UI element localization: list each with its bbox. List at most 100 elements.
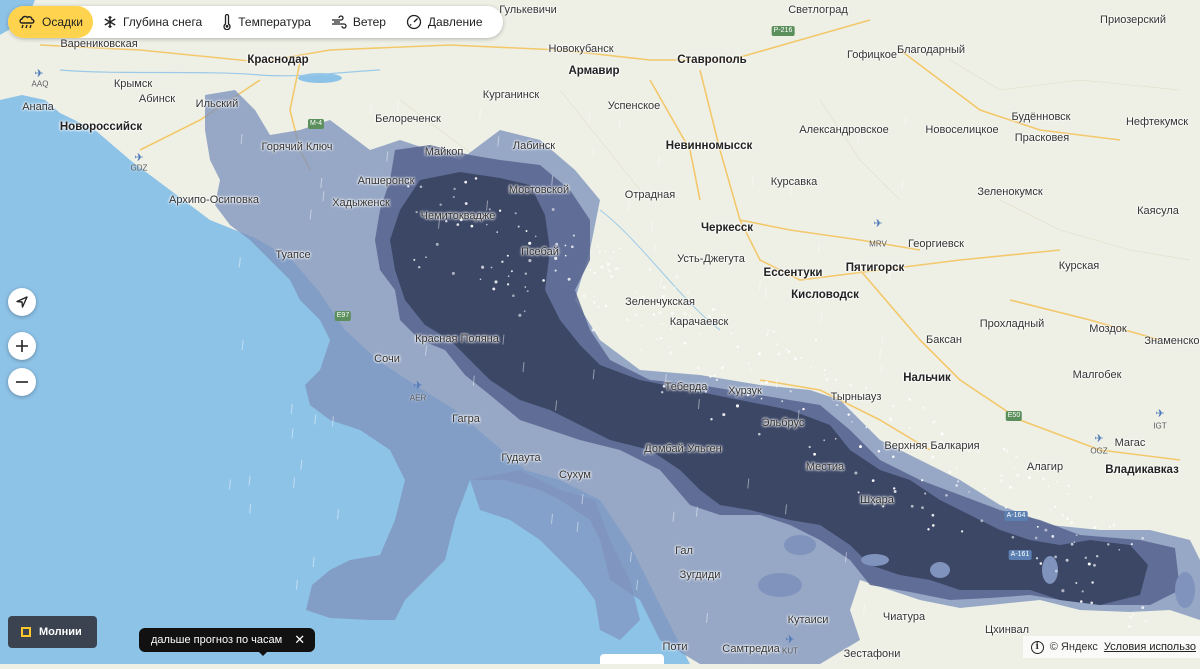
tab-precipitation[interactable]: Осадки	[8, 6, 93, 38]
place-label[interactable]: Псебай	[521, 246, 559, 258]
place-label[interactable]: Ильский	[196, 98, 239, 110]
place-label[interactable]: Сочи	[374, 353, 400, 365]
place-label[interactable]: Гулькевичи	[499, 4, 557, 16]
place-label[interactable]: Армавир	[568, 65, 619, 77]
close-icon[interactable]: ✕	[294, 632, 305, 648]
place-label[interactable]: Архипо-Осиповка	[169, 194, 259, 206]
terms-link[interactable]: Условия использо	[1104, 641, 1196, 653]
place-label[interactable]: Эльбрус	[762, 417, 805, 429]
place-label[interactable]: Гудаута	[501, 452, 540, 464]
airport-icon[interactable]: ✈	[412, 380, 424, 392]
place-label[interactable]: Красная Поляна	[415, 333, 499, 345]
place-label[interactable]: Пятигорск	[846, 262, 905, 274]
airport-icon[interactable]: ✈	[872, 218, 884, 230]
place-label[interactable]: Малгобек	[1073, 369, 1122, 381]
place-label[interactable]: Шхара	[860, 494, 894, 506]
hourly-forecast-tip[interactable]: дальше прогноз по часам ✕	[139, 628, 316, 652]
place-label[interactable]: Горячий Ключ	[262, 141, 333, 153]
zoom-in-button[interactable]	[8, 332, 36, 360]
place-label[interactable]: Белореченск	[375, 113, 441, 125]
airport-icon[interactable]: ✈	[1154, 408, 1166, 420]
place-label[interactable]: Верхняя Балкария	[884, 440, 979, 452]
place-label[interactable]: Цхинвал	[985, 624, 1029, 636]
place-label[interactable]: Светлоград	[788, 4, 848, 16]
place-label[interactable]: Нефтекумск	[1126, 116, 1188, 128]
place-label[interactable]: Александровское	[799, 124, 889, 136]
place-label[interactable]: Каясула	[1137, 205, 1179, 217]
tab-pressure[interactable]: Давление	[396, 6, 493, 38]
lightning-toggle[interactable]: Молнии	[8, 616, 97, 648]
place-label[interactable]: Черкесск	[701, 222, 753, 234]
place-label[interactable]: Новороссийск	[60, 121, 142, 133]
place-label[interactable]: Гагра	[452, 413, 480, 425]
place-label[interactable]: Самтредиа	[722, 643, 779, 655]
place-label[interactable]: Зугдиди	[680, 569, 721, 581]
place-label[interactable]: Гал	[675, 545, 693, 557]
locate-button[interactable]	[8, 288, 36, 316]
lightning-checkbox[interactable]	[21, 627, 31, 637]
place-label[interactable]: Усть-Джегута	[677, 253, 745, 265]
bottom-panel-handle[interactable]	[600, 654, 664, 664]
weather-map[interactable]	[0, 0, 1200, 664]
place-label[interactable]: Гофицкое	[847, 49, 897, 61]
place-label[interactable]: Курсавка	[771, 176, 818, 188]
place-label[interactable]: Зеленокумск	[977, 186, 1042, 198]
place-label[interactable]: Зеленчукская	[625, 296, 695, 308]
tab-snow-depth[interactable]: Глубина снега	[93, 6, 212, 38]
place-label[interactable]: Курская	[1059, 260, 1100, 272]
airport-icon[interactable]: ✈	[133, 152, 145, 164]
place-label[interactable]: Сухум	[559, 469, 591, 481]
place-label[interactable]: Нальчик	[903, 372, 951, 384]
place-label[interactable]: Апшеронск	[358, 175, 415, 187]
place-label[interactable]: Георгиевск	[908, 238, 964, 250]
place-label[interactable]: Новоселицкое	[925, 124, 998, 136]
place-label[interactable]: Зестафони	[844, 648, 901, 660]
place-label[interactable]: Баксан	[926, 334, 962, 346]
place-label[interactable]: Чиатура	[883, 611, 925, 623]
info-icon[interactable]: i	[1030, 640, 1044, 654]
place-label[interactable]: Хурзук	[728, 385, 762, 397]
place-label[interactable]: Магас	[1115, 437, 1146, 449]
place-label[interactable]: Отрадная	[625, 189, 675, 201]
map-canvas[interactable]	[0, 0, 1200, 664]
place-label[interactable]: Новокубанск	[548, 43, 613, 55]
zoom-out-button[interactable]	[8, 368, 36, 396]
place-label[interactable]: Местиа	[806, 461, 844, 473]
place-label[interactable]: Курганинск	[483, 89, 539, 101]
place-label[interactable]: Кутаиси	[788, 614, 829, 626]
airport-icon[interactable]: ✈	[1093, 433, 1105, 445]
place-label[interactable]: Знаменское	[1144, 335, 1200, 347]
tab-wind[interactable]: Ветер	[321, 6, 396, 38]
place-label[interactable]: Майкоп	[425, 146, 464, 158]
place-label[interactable]: Чемитоквадже	[421, 210, 496, 222]
place-label[interactable]: Теберда	[665, 381, 708, 393]
place-label[interactable]: Поти	[663, 641, 688, 653]
place-label[interactable]: Домбай-Ульген	[644, 443, 721, 455]
place-label[interactable]: Ставрополь	[677, 54, 747, 66]
place-label[interactable]: Владикавказ	[1105, 464, 1179, 476]
place-label[interactable]: Прасковея	[1015, 132, 1070, 144]
place-label[interactable]: Карачаевск	[670, 316, 729, 328]
place-label[interactable]: Варениковская	[60, 38, 137, 50]
place-label[interactable]: Кисловодск	[791, 289, 859, 301]
place-label[interactable]: Моздок	[1089, 323, 1126, 335]
place-label[interactable]: Лабинск	[513, 140, 555, 152]
place-label[interactable]: Приозерский	[1100, 14, 1166, 26]
place-label[interactable]: Алагир	[1027, 461, 1063, 473]
place-label[interactable]: Крымск	[114, 78, 152, 90]
place-label[interactable]: Тырныауз	[831, 391, 882, 403]
airport-icon[interactable]: ✈	[33, 68, 45, 80]
place-label[interactable]: Абинск	[139, 93, 175, 105]
tab-temperature[interactable]: Температура	[212, 6, 321, 38]
place-label[interactable]: Хадыженск	[332, 197, 390, 209]
place-label[interactable]: Благодарный	[897, 44, 965, 56]
place-label[interactable]: Ессентуки	[764, 267, 823, 279]
place-label[interactable]: Успенское	[608, 100, 661, 112]
airport-icon[interactable]: ✈	[784, 634, 796, 646]
place-label[interactable]: Краснодар	[247, 54, 308, 66]
place-label[interactable]: Невинномысск	[666, 140, 752, 152]
place-label[interactable]: Прохладный	[980, 318, 1045, 330]
place-label[interactable]: Будённовск	[1012, 111, 1071, 123]
place-label[interactable]: Мостовской	[509, 184, 569, 196]
place-label[interactable]: Анапа	[22, 101, 54, 113]
